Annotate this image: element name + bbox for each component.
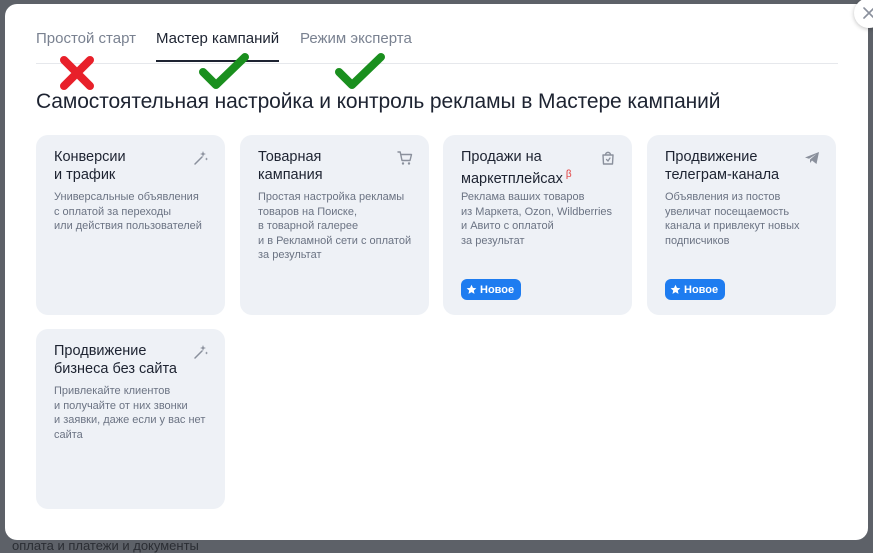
card-title: Конверсии и трафик [54, 149, 126, 183]
card-product-campaign[interactable]: Товарная кампания Простая настройка рекл… [240, 135, 429, 315]
card-description: Привлекайте клиентов и получайте от них … [54, 385, 206, 441]
beta-badge: β [565, 169, 572, 180]
red-cross-mark [60, 56, 94, 90]
card-description: Реклама ваших товаров из Маркета, Ozon, … [461, 191, 613, 247]
new-badge[interactable]: Новое [461, 279, 522, 300]
star-icon [670, 284, 681, 294]
badge-label: Новое [480, 283, 515, 296]
close-icon [863, 7, 873, 19]
badge-label: Новое [684, 283, 719, 296]
telegram-plane-icon [805, 152, 819, 164]
campaign-type-modal: Простой старт Мастер кампаний Режим эксп… [5, 0, 873, 540]
card-marketplace-sales[interactable]: Продажи на маркетплейсах β Реклама ваших … [443, 135, 632, 315]
shopping-cart-icon [397, 151, 413, 165]
card-title-text: Продажи на маркетплейсах [461, 149, 563, 187]
magic-wand-icon [194, 151, 208, 165]
background-footer-text: оплата и платежи и документы [12, 538, 199, 553]
card-business-without-site[interactable]: Продвижение бизнеса без сайта Привлекайт… [36, 329, 225, 509]
card-description: Простая настройка рекламы товаров на Пои… [258, 191, 412, 261]
green-check-mark [199, 53, 249, 89]
page-title: Самостоятельная настройка и контроль рек… [36, 90, 721, 113]
close-button[interactable] [854, 0, 873, 28]
shopping-bag-icon [602, 151, 614, 165]
mode-tabs: Простой старт Мастер кампаний Режим эксп… [36, 29, 838, 64]
card-telegram-promotion[interactable]: Продвижение телеграм-канала Объявления и… [647, 135, 836, 315]
star-icon [466, 284, 477, 294]
new-badge[interactable]: Новое [665, 279, 726, 300]
green-check-mark [335, 53, 385, 89]
card-title: Продвижение телеграм-канала [665, 149, 780, 183]
card-title: Товарная кампания [258, 149, 323, 183]
card-conversions-traffic[interactable]: Конверсии и трафик Универсальные объявле… [36, 135, 225, 315]
card-title: Продвижение бизнеса без сайта [54, 343, 177, 377]
card-title: Продажи на маркетплейсах β [461, 148, 572, 188]
card-description: Объявления из постов увеличат посещаемос… [665, 191, 800, 247]
magic-wand-icon [194, 345, 208, 359]
card-description: Универсальные объявления с оплатой за пе… [54, 191, 202, 232]
